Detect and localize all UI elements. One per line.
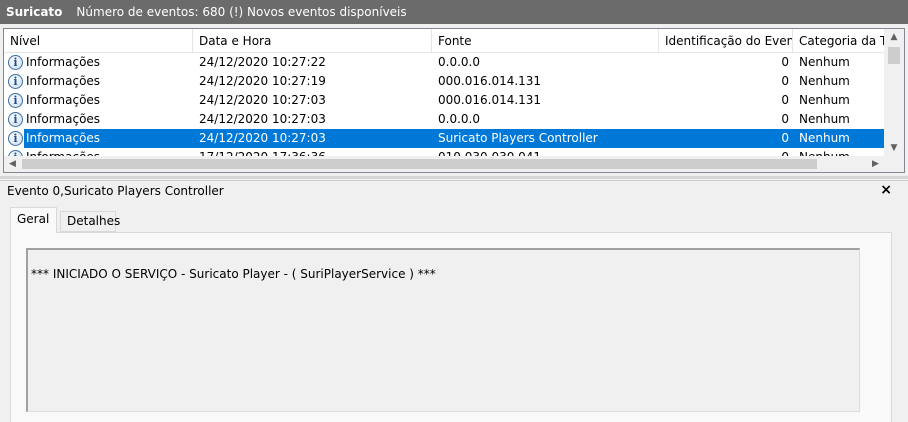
row-category: Nenhum bbox=[799, 93, 850, 107]
table-row[interactable]: i Informações 24/12/2020 10:27:03 0.0.0.… bbox=[4, 110, 884, 129]
scrollbar-corner bbox=[884, 156, 904, 172]
row-datetime: 24/12/2020 10:27:03 bbox=[199, 131, 326, 145]
row-source: 0.0.0.0 bbox=[438, 112, 480, 126]
information-icon: i bbox=[8, 55, 23, 70]
detail-title: Evento 0,Suricato Players Controller bbox=[7, 184, 224, 198]
detail-header: Evento 0,Suricato Players Controller × bbox=[0, 180, 908, 200]
row-level: Informações bbox=[26, 131, 101, 145]
row-event-id: 0 bbox=[781, 131, 789, 145]
tab-detalhes[interactable]: Detalhes bbox=[60, 211, 120, 232]
row-datetime: 24/12/2020 10:27:19 bbox=[199, 74, 326, 88]
information-icon: i bbox=[8, 112, 23, 127]
vertical-scroll-thumb[interactable] bbox=[888, 47, 900, 64]
row-datetime: 24/12/2020 10:27:22 bbox=[199, 55, 326, 69]
information-icon: i bbox=[8, 74, 23, 89]
event-description: *** INICIADO O SERVIÇO - Suricato Player… bbox=[26, 248, 860, 412]
row-level: Informações bbox=[26, 112, 101, 126]
column-header-category[interactable]: Categoria da Tarefa bbox=[793, 29, 884, 53]
row-level: Informações bbox=[26, 74, 101, 88]
table-row[interactable]: i Informações 24/12/2020 10:27:19 000.01… bbox=[4, 72, 884, 91]
row-source: Suricato Players Controller bbox=[438, 131, 598, 145]
information-icon: i bbox=[8, 131, 23, 146]
row-event-id: 0 bbox=[781, 112, 789, 126]
pane-splitter[interactable] bbox=[0, 176, 908, 179]
title-bar: Suricato Número de eventos: 680 (!) Novo… bbox=[0, 0, 908, 24]
column-header: Nível Data e Hora Fonte Identificação do… bbox=[4, 29, 884, 53]
row-event-id: 0 bbox=[781, 93, 789, 107]
row-source: 000.016.014.131 bbox=[438, 74, 542, 88]
tab-geral[interactable]: Geral bbox=[10, 207, 57, 233]
table-row[interactable]: i Informações 24/12/2020 10:27:22 0.0.0.… bbox=[4, 53, 884, 72]
table-row[interactable]: i Informações 24/12/2020 10:27:03 000.01… bbox=[4, 91, 884, 110]
close-icon[interactable]: × bbox=[880, 182, 892, 198]
row-datetime: 24/12/2020 10:27:03 bbox=[199, 112, 326, 126]
event-list[interactable]: Nível Data e Hora Fonte Identificação do… bbox=[3, 28, 905, 173]
horizontal-scrollbar[interactable]: ◀ ▶ bbox=[4, 156, 884, 172]
row-event-id: 0 bbox=[781, 55, 789, 69]
event-rows: i Informações 24/12/2020 10:27:22 0.0.0.… bbox=[4, 53, 884, 157]
horizontal-scroll-thumb[interactable] bbox=[22, 159, 817, 169]
column-header-event-id[interactable]: Identificação do Evento bbox=[659, 29, 793, 53]
information-icon: i bbox=[8, 93, 23, 108]
row-datetime: 24/12/2020 10:27:03 bbox=[199, 93, 326, 107]
scroll-left-arrow-icon[interactable]: ◀ bbox=[4, 156, 21, 172]
column-header-level[interactable]: Nível bbox=[4, 29, 193, 53]
column-header-source[interactable]: Fonte bbox=[432, 29, 659, 53]
row-level: Informações bbox=[26, 93, 101, 107]
row-category: Nenhum bbox=[799, 55, 850, 69]
scroll-right-arrow-icon[interactable]: ▶ bbox=[867, 156, 884, 172]
row-level: Informações bbox=[26, 55, 101, 69]
row-category: Nenhum bbox=[799, 74, 850, 88]
row-source: 0.0.0.0 bbox=[438, 55, 480, 69]
scroll-down-arrow-icon[interactable]: ▼ bbox=[884, 140, 904, 157]
table-row-selected[interactable]: i Informações 24/12/2020 10:27:03 Surica… bbox=[4, 129, 884, 148]
row-category: Nenhum bbox=[799, 112, 850, 126]
app-name: Suricato bbox=[6, 5, 63, 19]
scroll-up-arrow-icon[interactable]: ▲ bbox=[884, 29, 904, 46]
row-event-id: 0 bbox=[781, 74, 789, 88]
vertical-scrollbar[interactable]: ▲ ▼ bbox=[884, 29, 904, 157]
row-category: Nenhum bbox=[799, 131, 850, 145]
event-count-info: Número de eventos: 680 (!) Novos eventos… bbox=[76, 5, 407, 19]
row-source: 000.016.014.131 bbox=[438, 93, 542, 107]
column-header-datetime[interactable]: Data e Hora bbox=[193, 29, 432, 53]
